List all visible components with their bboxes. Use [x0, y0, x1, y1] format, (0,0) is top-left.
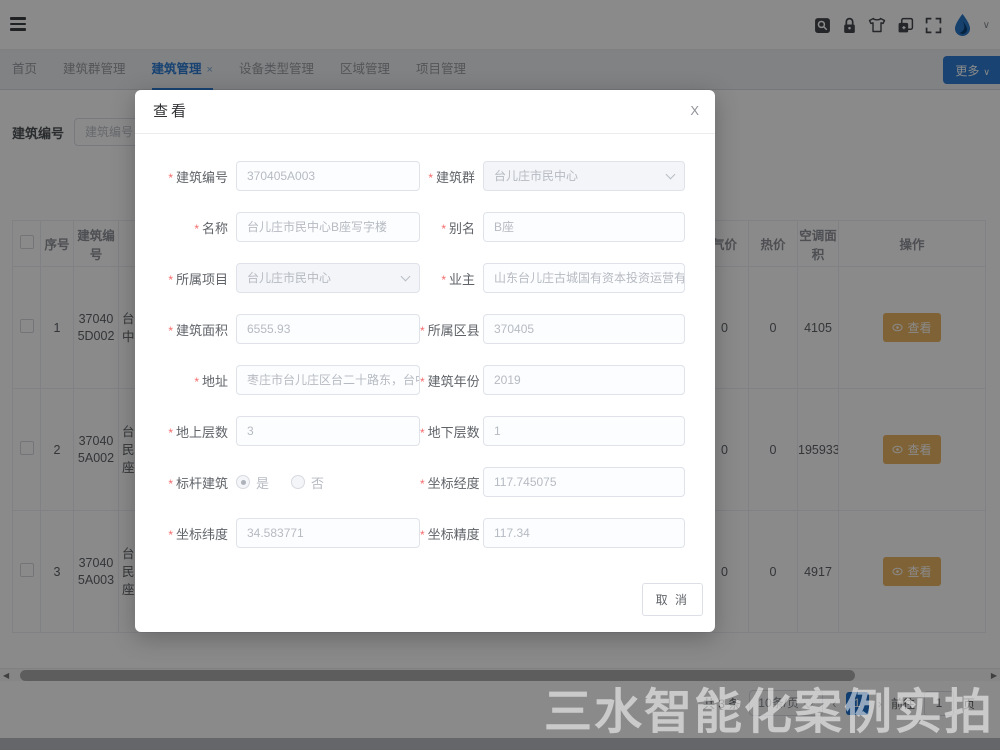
chevron-down-icon	[666, 170, 676, 180]
field-label: *地上层数	[153, 422, 228, 441]
build-year-input: 2019	[483, 365, 685, 395]
field-label: *地下层数	[420, 422, 475, 441]
form-row: *坐标纬度 34.583771 *坐标精度 117.34	[135, 517, 715, 549]
form-row: *地址 枣庄市台儿庄区台二十路东，台中路南 *建筑年份 2019	[135, 364, 715, 396]
field-label: *坐标纬度	[153, 524, 228, 543]
modal-body: *建筑编号 370405A003 *建筑群 台儿庄市民中心 *名称 台儿庄市民中…	[135, 134, 715, 549]
field-label: *别名	[420, 218, 475, 237]
radio-icon	[291, 475, 305, 489]
field-label: *建筑群	[420, 167, 475, 186]
owner-input: 山东台儿庄古城国有资本投资运营有限公司	[483, 263, 685, 293]
modal-footer: 取 消	[642, 583, 703, 616]
form-row: *地上层数 3 *地下层数 1	[135, 415, 715, 447]
form-row: *标杆建筑 是 否 *坐标经度 117.745075	[135, 466, 715, 498]
field-label: *建筑年份	[420, 371, 475, 390]
floors-above-input: 3	[236, 416, 420, 446]
field-label: *建筑编号	[153, 167, 228, 186]
radio-icon	[236, 475, 250, 489]
building-group-select: 台儿庄市民中心	[483, 161, 685, 191]
cancel-button[interactable]: 取 消	[642, 583, 703, 616]
field-label: *业主	[420, 269, 475, 288]
longitude-input: 117.745075	[483, 467, 685, 497]
benchmark-radio-group: 是 否	[236, 467, 420, 497]
building-code-input: 370405A003	[236, 161, 420, 191]
project-select: 台儿庄市民中心	[236, 263, 420, 293]
precision-input: 117.34	[483, 518, 685, 548]
field-label: *坐标经度	[420, 473, 475, 492]
field-label: *坐标精度	[420, 524, 475, 543]
modal-title: 查看	[153, 103, 189, 120]
field-label: *标杆建筑	[153, 473, 228, 492]
field-label: *所属区县	[420, 320, 475, 339]
form-row: *建筑编号 370405A003 *建筑群 台儿庄市民中心	[135, 160, 715, 192]
view-building-modal: 查看 X *建筑编号 370405A003 *建筑群 台儿庄市民中心 *名称 台…	[135, 90, 715, 632]
field-label: *所属项目	[153, 269, 228, 288]
district-input: 370405	[483, 314, 685, 344]
form-row: *建筑面积 6555.93 *所属区县 370405	[135, 313, 715, 345]
building-area-input: 6555.93	[236, 314, 420, 344]
latitude-input: 34.583771	[236, 518, 420, 548]
alias-input: B座	[483, 212, 685, 242]
form-row: *名称 台儿庄市民中心B座写字楼 *别名 B座	[135, 211, 715, 243]
field-label: *建筑面积	[153, 320, 228, 339]
chevron-down-icon	[401, 272, 411, 282]
modal-header: 查看 X	[135, 90, 715, 134]
form-row: *所属项目 台儿庄市民中心 *业主 山东台儿庄古城国有资本投资运营有限公司	[135, 262, 715, 294]
name-input: 台儿庄市民中心B座写字楼	[236, 212, 420, 242]
floors-below-input: 1	[483, 416, 685, 446]
address-input: 枣庄市台儿庄区台二十路东，台中路南	[236, 365, 420, 395]
field-label: *名称	[153, 218, 228, 237]
close-icon[interactable]: X	[690, 103, 699, 118]
field-label: *地址	[153, 371, 228, 390]
radio-yes: 是	[236, 473, 269, 492]
radio-no: 否	[291, 473, 324, 492]
